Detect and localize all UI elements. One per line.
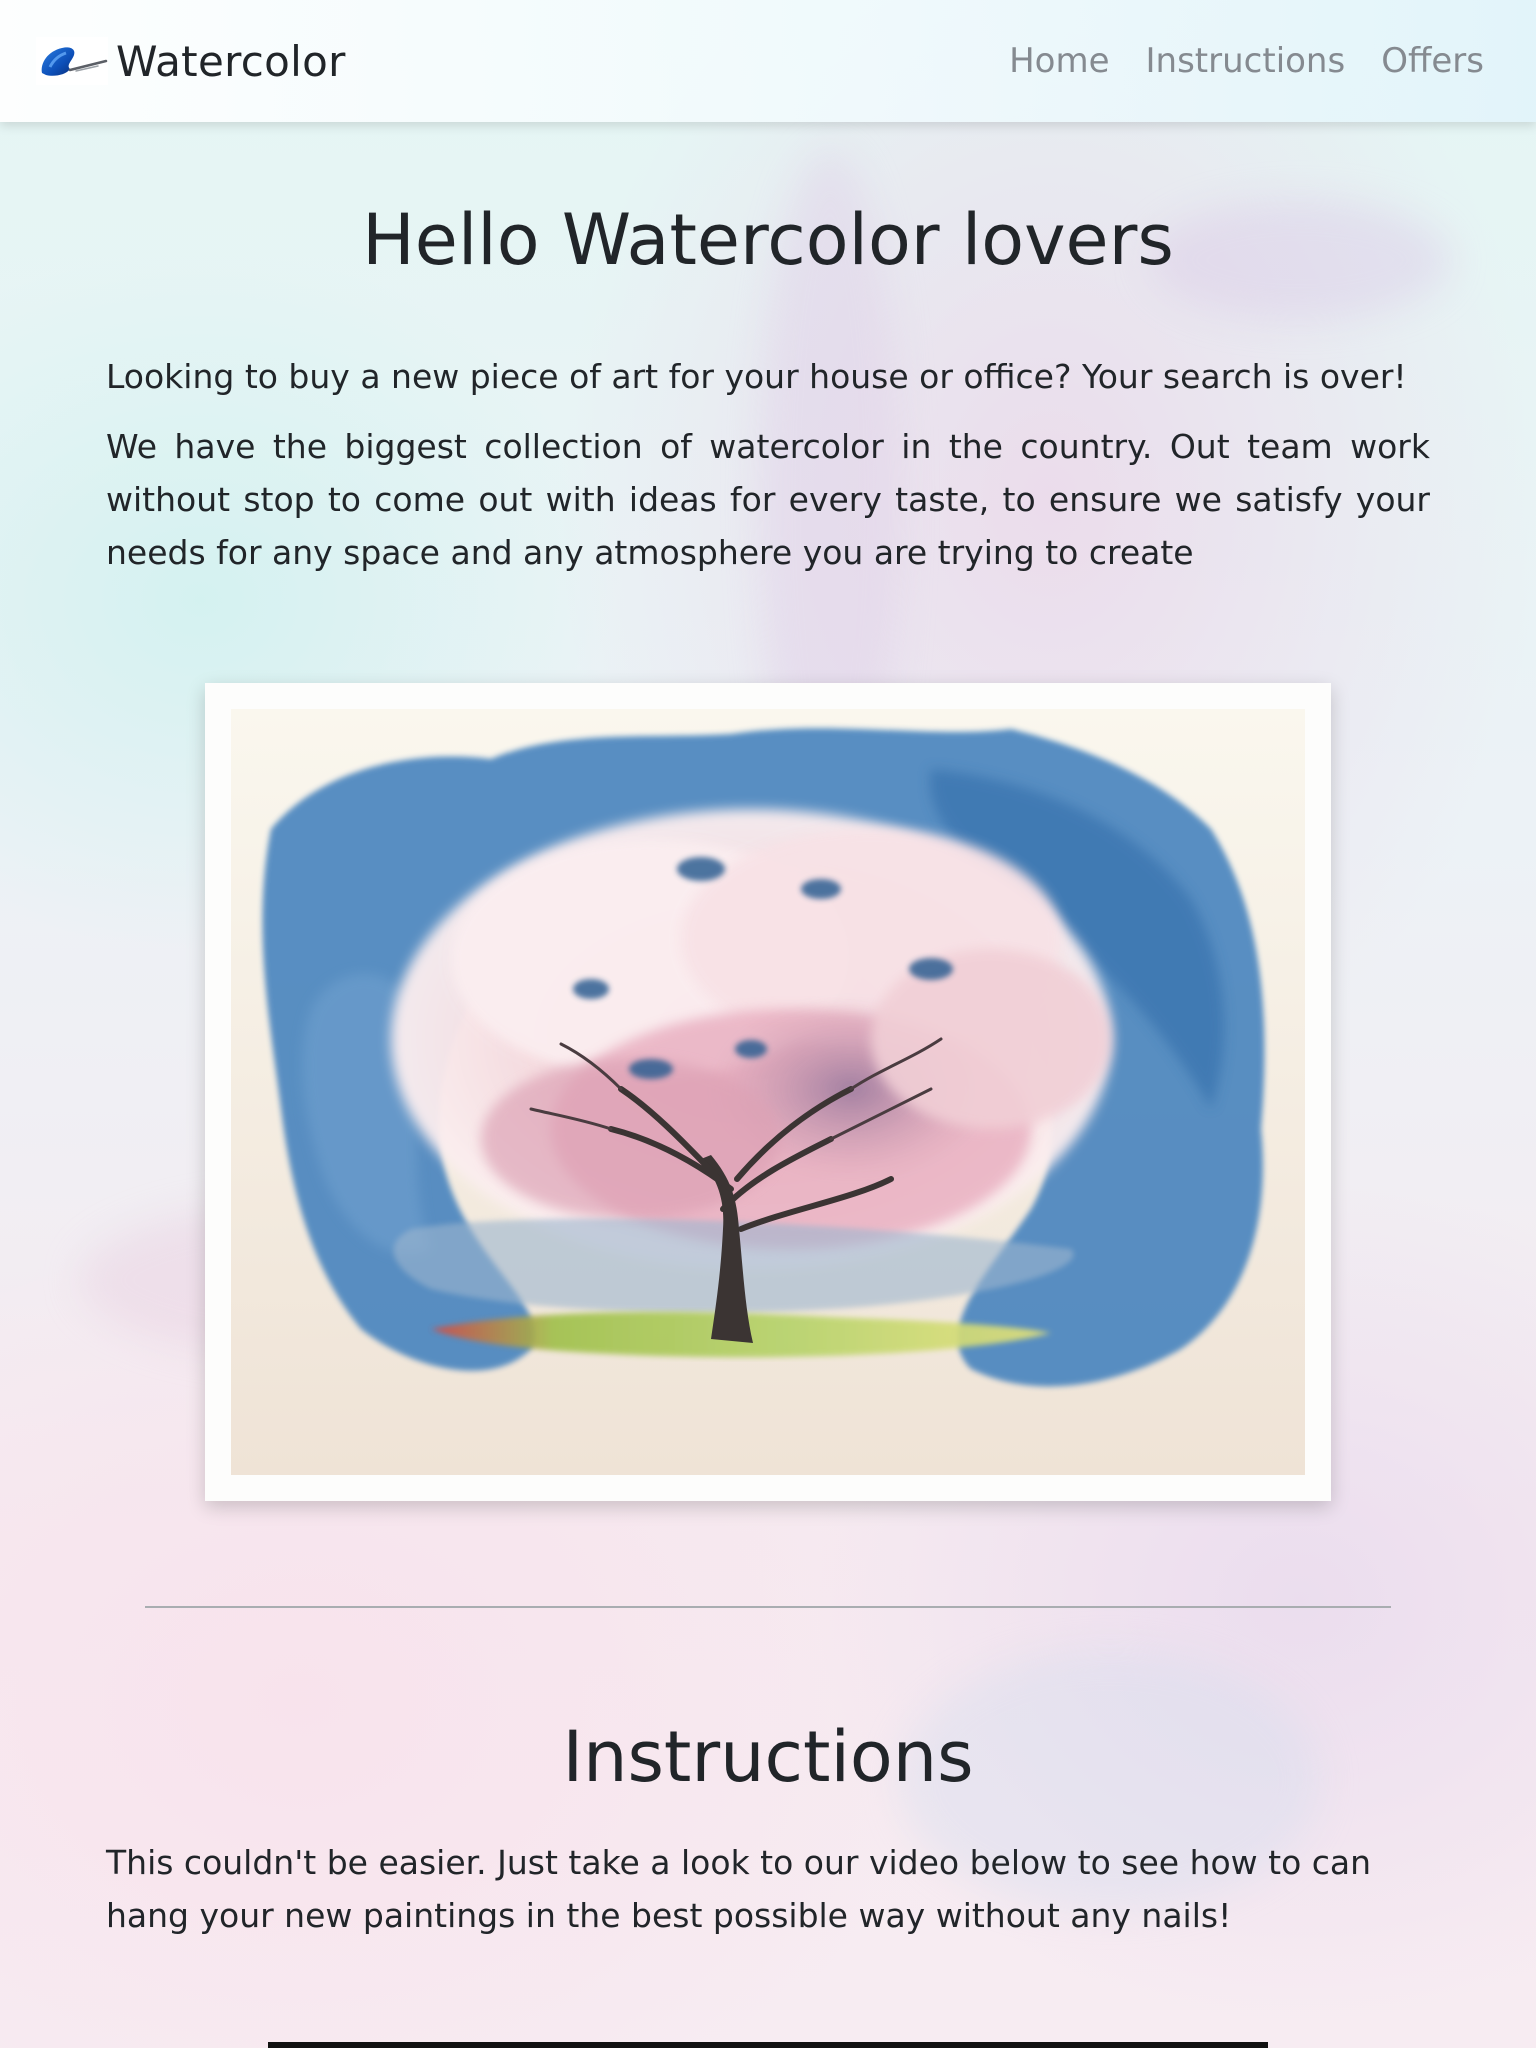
nav-link-offers[interactable]: Offers bbox=[1381, 41, 1484, 81]
nav-links: Home Instructions Offers bbox=[1009, 41, 1484, 81]
nav-link-home[interactable]: Home bbox=[1009, 41, 1109, 81]
top-navbar: Watercolor Home Instructions Offers bbox=[0, 0, 1536, 122]
nav-link-instructions[interactable]: Instructions bbox=[1146, 41, 1346, 81]
hero-paragraph-1: Looking to buy a new piece of art for yo… bbox=[106, 357, 1407, 396]
painting-frame bbox=[205, 683, 1331, 1501]
cherry-blossom-painting-image bbox=[231, 709, 1305, 1475]
paint-brush-stroke-icon bbox=[36, 37, 108, 85]
instructions-title: Instructions bbox=[562, 1716, 974, 1798]
hero-paragraph-2: We have the biggest collection of waterc… bbox=[106, 427, 1430, 572]
brand-link[interactable]: Watercolor bbox=[36, 37, 346, 86]
hero-title: Hello Watercolor lovers bbox=[362, 199, 1174, 281]
instructions-paragraph: This couldn't be easier. Just take a loo… bbox=[106, 1843, 1372, 1935]
section-divider bbox=[145, 1606, 1391, 1608]
video-player[interactable] bbox=[268, 2042, 1268, 2048]
brand-name: Watercolor bbox=[116, 36, 346, 86]
